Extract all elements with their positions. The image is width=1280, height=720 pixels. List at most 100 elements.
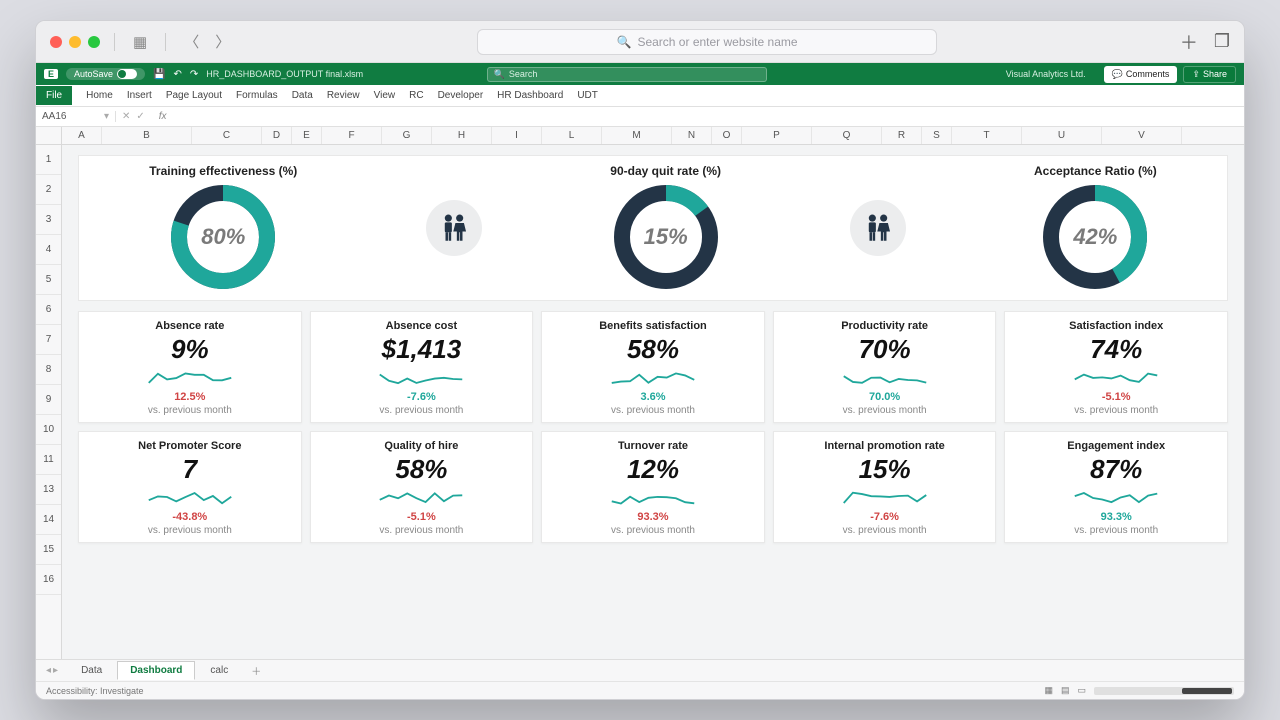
column-header[interactable]: G (382, 127, 432, 144)
fx-label[interactable]: fx (151, 111, 175, 122)
column-header[interactable]: E (292, 127, 322, 144)
new-tab-icon[interactable]: ＋ (1180, 29, 1198, 55)
select-all-corner[interactable] (36, 127, 62, 144)
ribbon-tab-file[interactable]: File (36, 86, 72, 105)
sheet-nav-prev-icon[interactable]: ▸ (53, 665, 58, 676)
kpi-delta: -43.8% (172, 511, 207, 523)
row-header[interactable]: 10 (36, 415, 61, 445)
forward-icon[interactable]: 〉 (211, 29, 234, 54)
row-header[interactable]: 1 (36, 145, 61, 175)
kpi-value: 15% (859, 454, 911, 485)
column-header[interactable]: U (1022, 127, 1102, 144)
kpi-title: Absence cost (386, 320, 458, 332)
redo-icon[interactable]: ↷ (190, 69, 198, 80)
ribbon-tab-home[interactable]: Home (86, 90, 113, 101)
row-header[interactable]: 11 (36, 445, 61, 475)
donut-value: 80% (168, 182, 278, 292)
comments-button[interactable]: 💬 Comments (1104, 66, 1178, 83)
ribbon-tab-data[interactable]: Data (292, 90, 313, 101)
undo-icon[interactable]: ↶ (174, 69, 182, 80)
column-header[interactable]: F (322, 127, 382, 144)
kpi-card: Engagement index 87% 93.3% vs. previous … (1004, 431, 1228, 543)
minimize-icon[interactable] (69, 36, 81, 48)
column-header[interactable]: M (602, 127, 672, 144)
column-header[interactable]: N (672, 127, 712, 144)
autosave-toggle[interactable]: AutoSave (66, 68, 145, 80)
sheet-tab-calc[interactable]: calc (197, 661, 241, 680)
donut-value: 42% (1040, 182, 1150, 292)
column-header[interactable]: R (882, 127, 922, 144)
row-header[interactable]: 5 (36, 265, 61, 295)
ribbon-tab-developer[interactable]: Developer (438, 90, 484, 101)
row-header[interactable]: 15 (36, 535, 61, 565)
ribbon-tab-insert[interactable]: Insert (127, 90, 152, 101)
row-header[interactable]: 4 (36, 235, 61, 265)
column-header[interactable]: L (542, 127, 602, 144)
kpi-value: 7 (183, 454, 197, 485)
column-header[interactable]: P (742, 127, 812, 144)
column-header[interactable]: C (192, 127, 262, 144)
ribbon-tab-formulas[interactable]: Formulas (236, 90, 278, 101)
column-header[interactable]: Q (812, 127, 882, 144)
excel-search[interactable]: 🔍 Search (487, 67, 767, 82)
ribbon-tabs: File Home Insert Page Layout Formulas Data Rev… (36, 85, 1244, 107)
column-header[interactable]: H (432, 127, 492, 144)
row-header[interactable]: 7 (36, 325, 61, 355)
row-header[interactable]: 8 (36, 355, 61, 385)
row-header[interactable]: 9 (36, 385, 61, 415)
row-header[interactable]: 3 (36, 205, 61, 235)
sheet-tab-data[interactable]: Data (68, 661, 115, 680)
kpi-card: Benefits satisfaction 58% 3.6% vs. previ… (541, 311, 765, 423)
accessibility-status[interactable]: Accessibility: Investigate (46, 686, 144, 696)
ribbon-tab-review[interactable]: Review (327, 90, 360, 101)
window-controls (50, 36, 100, 48)
view-normal-icon[interactable]: ▦ (1044, 685, 1053, 696)
row-header[interactable]: 14 (36, 505, 61, 535)
column-header[interactable]: V (1102, 127, 1182, 144)
ribbon-tab-rc[interactable]: RC (409, 90, 423, 101)
back-icon[interactable]: 〈 (180, 29, 203, 54)
sheet-nav-first-icon[interactable]: ◂ (46, 665, 51, 676)
donut-gauge: 80% (168, 182, 278, 292)
row-header[interactable]: 6 (36, 295, 61, 325)
account-name[interactable]: Visual Analytics Ltd. (1006, 69, 1086, 79)
enter-icon[interactable]: ✓ (136, 111, 144, 122)
ribbon-tab-view[interactable]: View (374, 90, 396, 101)
horizontal-scrollbar[interactable] (1094, 687, 1234, 695)
address-bar[interactable]: 🔍 Search or enter website name (477, 29, 937, 55)
tabs-overview-icon[interactable]: ❐ (1214, 31, 1230, 52)
kpi-delta: 70.0% (869, 391, 900, 403)
row-header[interactable]: 16 (36, 565, 61, 595)
new-sheet-button[interactable]: ＋ (243, 660, 269, 681)
column-header[interactable]: I (492, 127, 542, 144)
column-header[interactable]: A (62, 127, 102, 144)
column-header[interactable]: T (952, 127, 1022, 144)
row-header[interactable]: 2 (36, 175, 61, 205)
column-header[interactable]: B (102, 127, 192, 144)
view-break-icon[interactable]: ▭ (1077, 685, 1086, 696)
cancel-icon[interactable]: ✕ (122, 111, 130, 122)
column-header[interactable]: S (922, 127, 952, 144)
ribbon-tab-udt[interactable]: UDT (577, 90, 598, 101)
row-header[interactable]: 13 (36, 475, 61, 505)
kpi-title: Internal promotion rate (824, 440, 944, 452)
column-header[interactable]: D (262, 127, 292, 144)
ribbon-tab-hr-dashboard[interactable]: HR Dashboard (497, 90, 563, 101)
ribbon-tab-page-layout[interactable]: Page Layout (166, 90, 222, 101)
close-icon[interactable] (50, 36, 62, 48)
file-name[interactable]: HR_DASHBOARD_OUTPUT final.xlsm (206, 69, 363, 79)
kpi-card: Satisfaction index 74% -5.1% vs. previou… (1004, 311, 1228, 423)
zoom-icon[interactable] (88, 36, 100, 48)
donut-title: Training effectiveness (%) (149, 164, 297, 178)
view-page-icon[interactable]: ▤ (1061, 685, 1070, 696)
sidebar-toggle-icon[interactable]: ▦ (129, 31, 151, 53)
kpi-value: 58% (627, 334, 679, 365)
kpi-comparison: vs. previous month (148, 405, 232, 416)
excel-search-placeholder: Search (509, 69, 538, 79)
column-header[interactable]: O (712, 127, 742, 144)
sheet-tab-dashboard[interactable]: Dashboard (117, 661, 195, 680)
name-box[interactable]: AA16▾ (36, 111, 116, 122)
save-icon[interactable]: 💾 (153, 69, 165, 80)
donut-card: Training effectiveness (%) 80% (149, 164, 297, 292)
share-button[interactable]: ⇪ Share (1183, 66, 1236, 83)
